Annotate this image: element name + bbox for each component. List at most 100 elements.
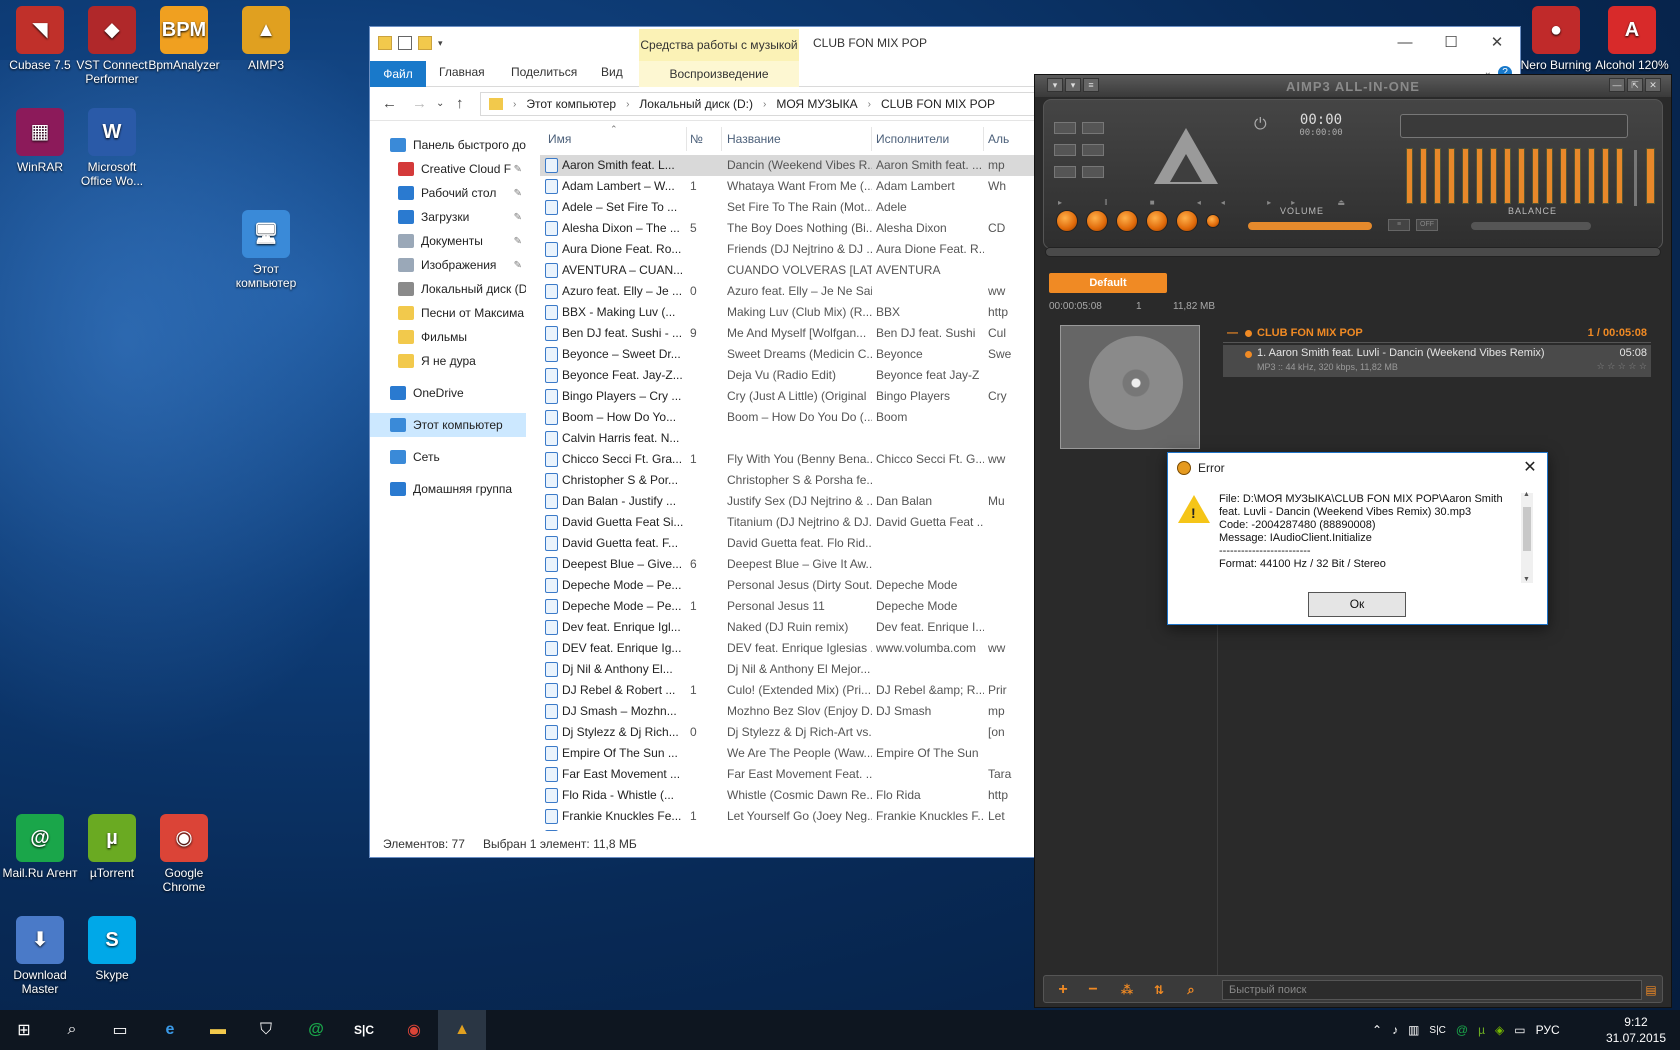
recent-locations-icon[interactable]: ⌄ — [436, 98, 444, 109]
pause-button[interactable] — [1086, 210, 1108, 232]
desktop-icon[interactable]: µ µTorrent — [72, 814, 152, 880]
seek-bar[interactable] — [1045, 247, 1661, 257]
previous-button[interactable] — [1146, 210, 1168, 232]
nav-item[interactable]: Песни от Максима — [370, 301, 526, 325]
back-icon[interactable]: ← — [382, 95, 397, 112]
search-icon[interactable]: ⌕ — [48, 1010, 96, 1050]
customize-qat-icon[interactable]: ▾ — [438, 38, 443, 49]
desktop-icon[interactable]: A Alcohol 120% — [1592, 6, 1672, 72]
pin-icon[interactable]: ✎ — [514, 212, 522, 223]
tab-share[interactable]: Поделиться — [511, 65, 577, 79]
preamp-bar[interactable] — [1646, 148, 1655, 204]
mail-ru-agent-icon[interactable]: @ — [292, 1010, 340, 1050]
nav-item[interactable]: Домашняя группа — [370, 477, 526, 501]
pin-icon[interactable]: ✎ — [514, 188, 522, 199]
stop-button[interactable] — [1116, 210, 1138, 232]
breadcrumb-drive-d[interactable]: Локальный диск (D:) — [639, 97, 753, 111]
new-folder-icon[interactable] — [418, 36, 432, 50]
nav-item[interactable]: Фильмы — [370, 325, 526, 349]
aimp-side-button[interactable] — [1082, 144, 1104, 156]
nav-item[interactable]: Рабочий стол ✎ — [370, 181, 526, 205]
eq-band-slider[interactable] — [1532, 148, 1539, 204]
nav-item[interactable]: Загрузки ✎ — [370, 205, 526, 229]
aimp-minimize-icon[interactable]: — — [1609, 78, 1625, 92]
eq-band-slider[interactable] — [1560, 148, 1567, 204]
tab-playback[interactable]: Воспроизведение — [639, 61, 799, 87]
maximize-icon[interactable]: ☐ — [1428, 27, 1474, 57]
tab-file[interactable]: Файл — [370, 61, 426, 87]
tab-view[interactable]: Вид — [601, 65, 623, 79]
power-icon[interactable]: ⏻ — [1254, 116, 1267, 134]
nav-item[interactable]: OneDrive — [370, 381, 526, 405]
store-icon[interactable]: ⛉ — [242, 1010, 290, 1050]
desktop-icon[interactable]: ▲ AIMP3 — [226, 6, 306, 72]
column-artists[interactable]: Исполнители — [876, 132, 949, 146]
error-message[interactable]: File: D:\МОЯ МУЗЫКА\CLUB FON MIX POP\Aar… — [1219, 493, 1519, 583]
column-number[interactable]: № — [690, 132, 703, 146]
start-button[interactable]: ⊞ — [0, 1010, 48, 1050]
tools-icon[interactable]: ⁂ — [1116, 980, 1138, 1000]
play-button[interactable] — [1056, 210, 1078, 232]
desktop-icon[interactable]: ● Nero Burning — [1516, 6, 1596, 72]
utorrent-tray-icon[interactable]: µ — [1478, 1023, 1485, 1037]
aimp-taskbar-icon[interactable]: ▲ — [438, 1010, 486, 1050]
next-button[interactable] — [1176, 210, 1198, 232]
mail-tray-icon[interactable]: @ — [1456, 1023, 1468, 1037]
forward-icon[interactable]: → — [412, 95, 427, 112]
nvidia-tray-icon[interactable]: ◈ — [1495, 1023, 1504, 1037]
tray-expand-icon[interactable]: ⌃ — [1372, 1023, 1382, 1037]
desktop-icon[interactable]: ◥ Cubase 7.5 — [0, 6, 80, 72]
rating-stars[interactable]: ☆ ☆ ☆ ☆ ☆ — [1597, 361, 1647, 372]
desktop-icon[interactable]: W Microsoft Office Wo... — [72, 108, 152, 188]
breadcrumb-my-music[interactable]: МОЯ МУЗЫКА — [776, 97, 857, 111]
keyboard-language[interactable]: РУС — [1536, 1023, 1560, 1037]
message-scrollbar[interactable]: ▲ ▼ — [1521, 491, 1533, 583]
desktop-icon[interactable]: ◉ Google Chrome — [144, 814, 224, 894]
edge-icon[interactable]: e — [146, 1010, 194, 1050]
playlist-track-row[interactable]: 1. Aaron Smith feat. Luvli - Dancin (Wee… — [1223, 345, 1651, 377]
desktop-icon[interactable]: @ Mail.Ru Агент — [0, 814, 80, 880]
aimp-close-icon[interactable]: ✕ — [1645, 78, 1661, 92]
minimize-icon[interactable]: — — [1382, 27, 1428, 57]
scrollbar-thumb[interactable] — [1523, 507, 1531, 551]
playlist-menu-icon[interactable]: ▤ — [1640, 980, 1662, 1000]
nav-item[interactable]: Этот компьютер — [370, 413, 526, 437]
dialog-titlebar[interactable]: Error ✕ — [1168, 453, 1547, 483]
folder-icon[interactable] — [378, 36, 392, 50]
open-file-button[interactable] — [1206, 214, 1220, 228]
clock[interactable]: 9:12 31.07.2015 — [1606, 1014, 1666, 1046]
sort-icon[interactable]: ⇅ — [1148, 980, 1170, 1000]
nav-item[interactable]: Я не дура — [370, 349, 526, 373]
network-icon[interactable]: ▥ — [1408, 1023, 1419, 1037]
aimp-titlebar[interactable]: ▾ ▾ ≡ AIMP3 ALL-IN-ONE — ⇱ ✕ — [1035, 75, 1671, 97]
desktop-icon[interactable]: ⬇ Download Master — [0, 916, 80, 996]
aimp-side-button[interactable] — [1082, 166, 1104, 178]
volume-icon[interactable]: ♪ — [1392, 1023, 1398, 1037]
nav-item[interactable]: Сеть — [370, 445, 526, 469]
nav-item[interactable]: Локальный диск (D — [370, 277, 526, 301]
column-album[interactable]: Аль — [988, 132, 1009, 146]
scroll-up-icon[interactable]: ▲ — [1523, 491, 1530, 498]
column-name[interactable]: Имя — [548, 132, 571, 146]
eq-band-slider[interactable] — [1476, 148, 1483, 204]
eq-band-slider[interactable] — [1546, 148, 1553, 204]
sc-app-icon[interactable]: S|C — [340, 1010, 388, 1050]
eq-band-slider[interactable] — [1448, 148, 1455, 204]
desktop-icon[interactable]: S Skype — [72, 916, 152, 982]
chrome-icon[interactable]: ◉ — [390, 1010, 438, 1050]
repeat-toggle[interactable]: ≡ — [1388, 219, 1410, 231]
breadcrumb-this-pc[interactable]: Этот компьютер — [526, 97, 616, 111]
up-icon[interactable]: ↑ — [456, 95, 464, 112]
properties-icon[interactable] — [398, 36, 412, 50]
breadcrumb-current-folder[interactable]: CLUB FON MIX POP — [881, 97, 995, 111]
file-explorer-icon[interactable]: ▬ — [194, 1010, 242, 1050]
desktop-icon[interactable]: ▦ WinRAR — [0, 108, 80, 174]
task-view-icon[interactable]: ▭ — [96, 1010, 144, 1050]
pin-icon[interactable]: ✎ — [514, 260, 522, 271]
ok-button[interactable]: Ок — [1308, 592, 1406, 617]
nav-item[interactable]: Creative Cloud F ✎ — [370, 157, 526, 181]
eq-band-slider[interactable] — [1518, 148, 1525, 204]
desktop-icon[interactable]: ◆ VST Connect Performer — [72, 6, 152, 86]
dialog-close-icon[interactable]: ✕ — [1519, 457, 1541, 477]
playlist-tab-default[interactable]: Default — [1049, 273, 1167, 293]
